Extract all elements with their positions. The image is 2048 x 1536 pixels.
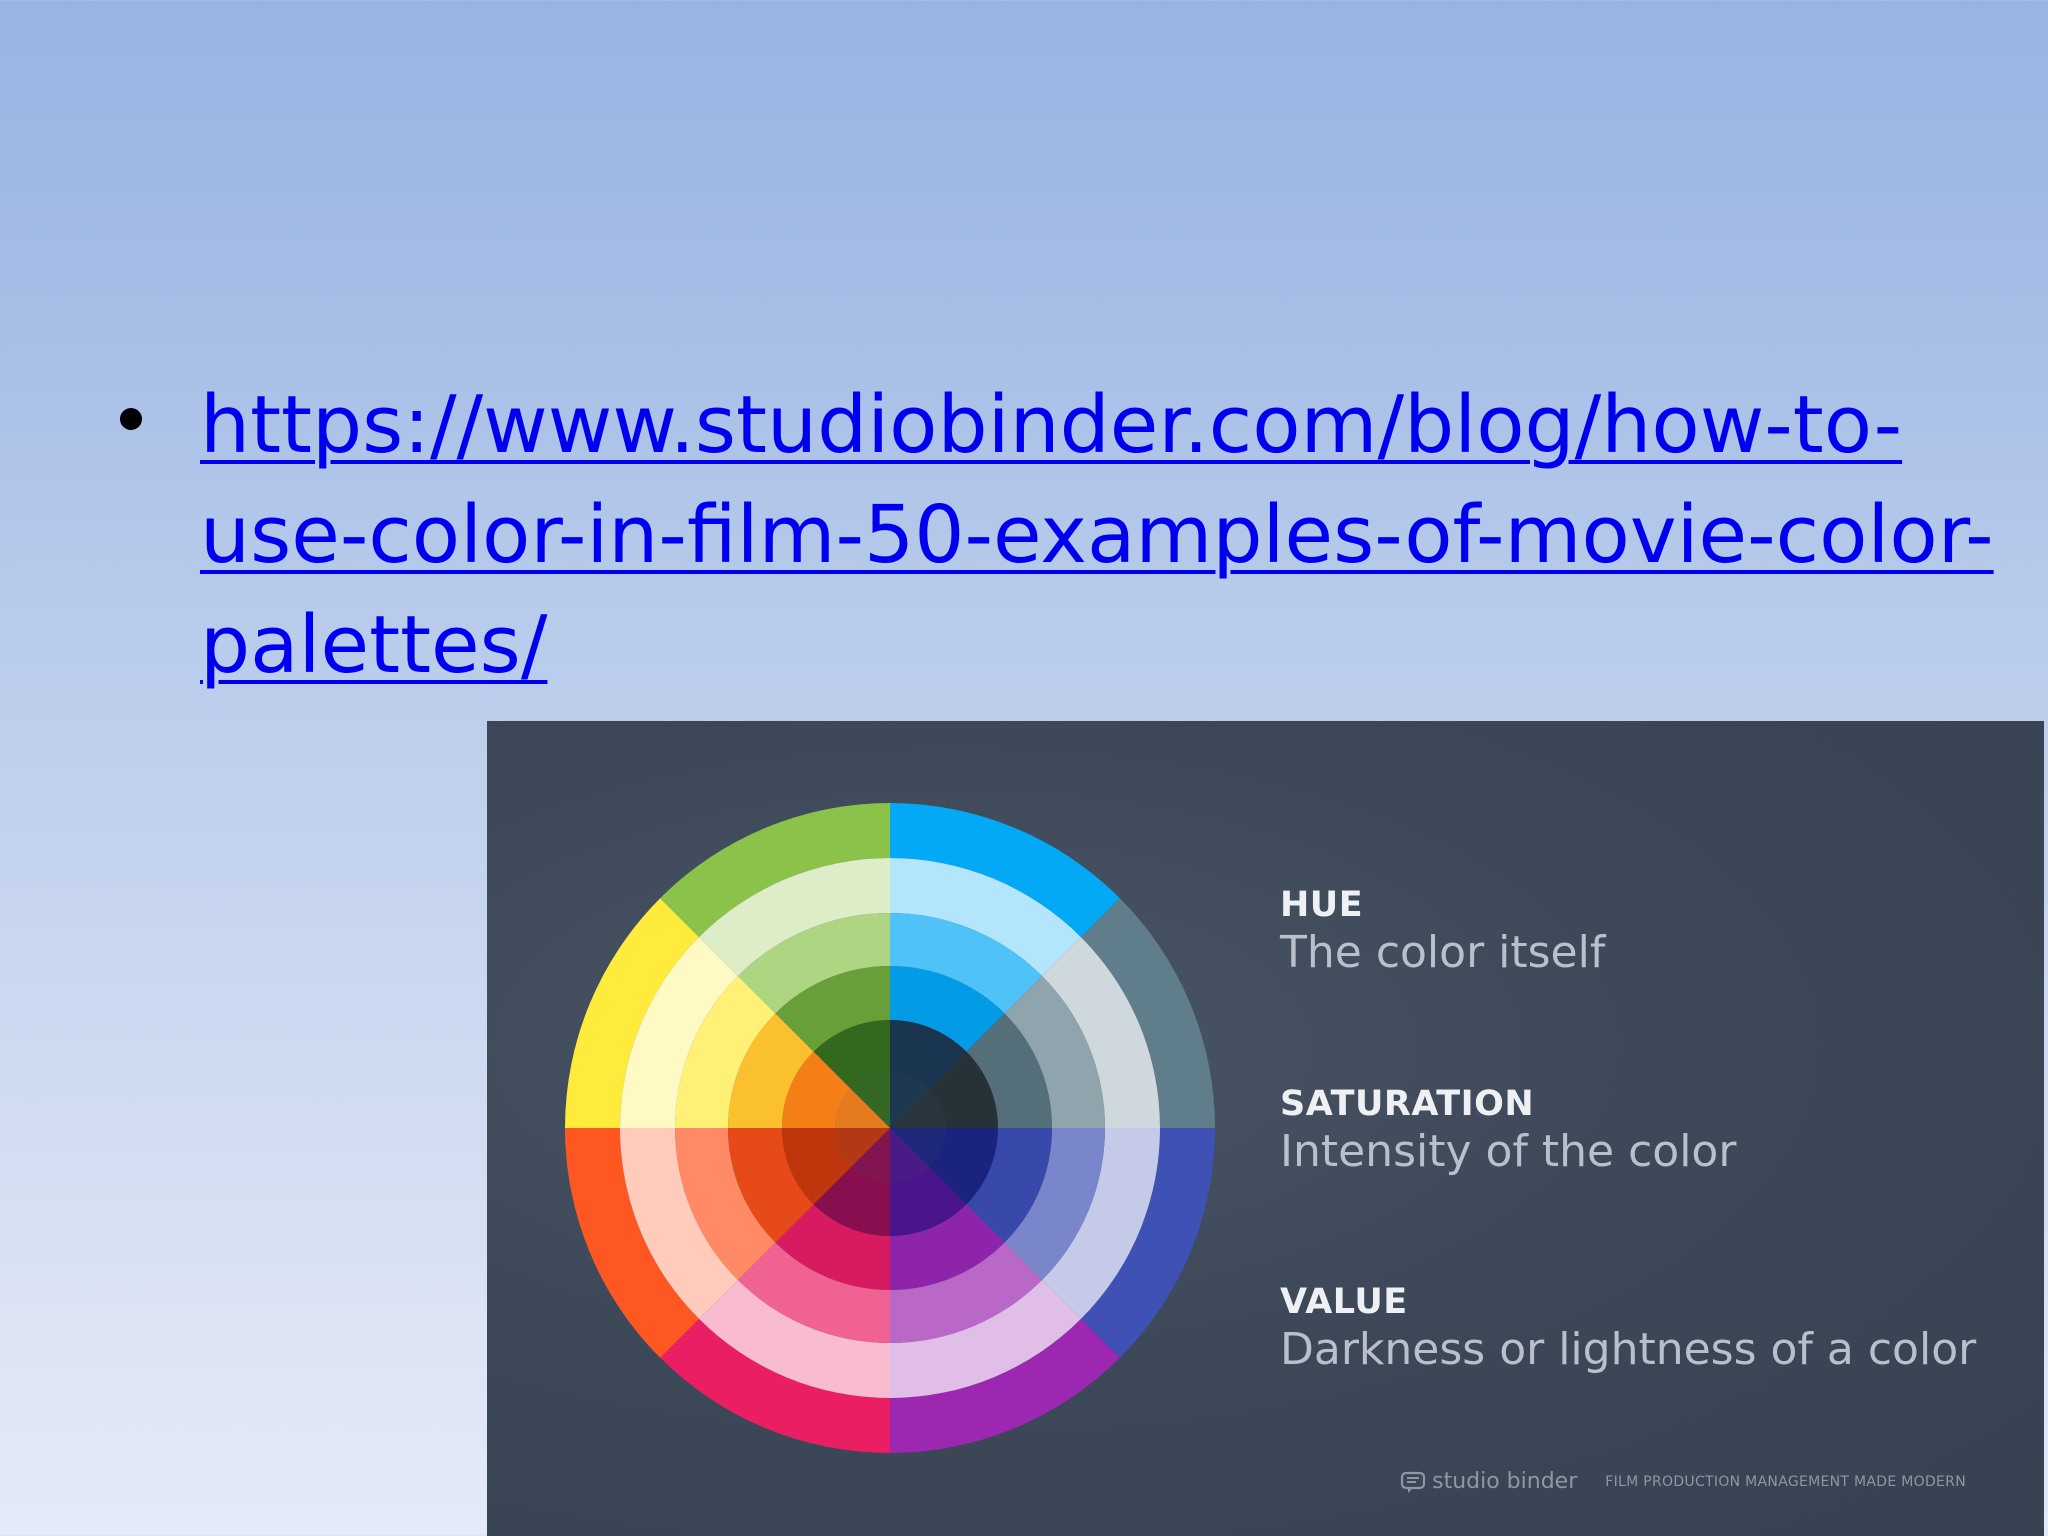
legend-hue-term: HUE [1280,885,1364,925]
legend-saturation: SATURATION Intensity of the color [1280,1082,1736,1178]
legend-value-term: VALUE [1280,1282,1408,1322]
link-line-1[interactable]: https://www.studiobinder.com/blog/how-to… [200,370,2048,480]
link-line-2[interactable]: use-color-in-film-50-examples-of-movie-c… [200,480,2048,590]
legend-value-description: Darkness or lightness of a color [1280,1324,1977,1375]
legend-hue-description: The color itself [1280,927,1606,978]
legend-saturation-description: Intensity of the color [1280,1126,1737,1177]
studiobinder-logo-icon [1401,1471,1426,1493]
bullet-dot-icon [120,408,142,430]
legend-value: VALUE Darkness or lightness of a color [1280,1280,1976,1376]
studiobinder-logo: studio binder [1400,1469,1577,1494]
color-wheel-infographic: HUE The color itself SATURATION Intensit… [487,721,2044,1536]
figure-footer: studio binder FILM PRODUCTION MANAGEMENT… [1400,1469,1966,1494]
link-line-3[interactable]: palettes/ [200,590,2048,700]
legend-saturation-term: SATURATION [1280,1084,1535,1124]
legend-hue: HUE The color itself [1280,883,1605,979]
color-wheel [565,803,1215,1453]
studiobinder-link[interactable]: https://www.studiobinder.com/blog/how-to… [200,370,2048,700]
footer-tagline: FILM PRODUCTION MANAGEMENT MADE MODERN [1605,1473,1966,1490]
footer-logo-text: studio binder [1432,1469,1578,1494]
